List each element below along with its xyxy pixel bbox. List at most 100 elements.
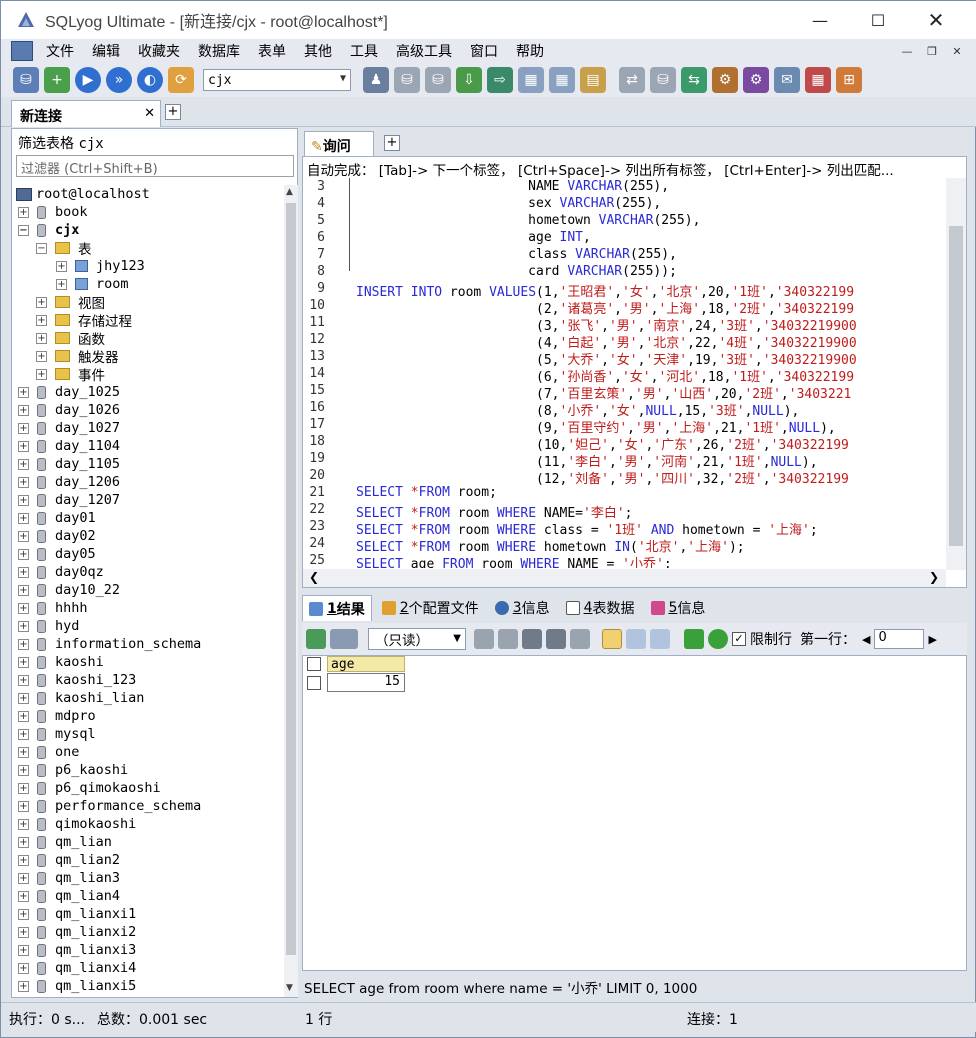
add-query-button[interactable]: +	[384, 135, 400, 151]
tab-connection[interactable]: 新连接 ✕	[11, 100, 161, 127]
tree-db-item[interactable]: + one	[18, 743, 79, 761]
tab-messages[interactable]: 3 信息	[489, 595, 556, 621]
duplicate-row-icon[interactable]	[498, 629, 518, 649]
backup-icon[interactable]: ⛁	[425, 67, 451, 93]
tab-result[interactable]: 1 结果	[302, 595, 372, 621]
expand-icon[interactable]: +	[18, 872, 29, 884]
tree-db-item[interactable]: + day01	[18, 509, 96, 527]
new-connection-icon[interactable]: ⛁	[13, 67, 39, 93]
expand-icon[interactable]: +	[56, 278, 67, 290]
create-db-icon[interactable]: ⛁	[394, 67, 420, 93]
filter-input[interactable]: 过滤器 (Ctrl+Shift+B)	[16, 155, 294, 177]
expand-icon[interactable]: +	[18, 530, 29, 542]
tree-db-item[interactable]: + kaoshi_lian	[18, 689, 144, 707]
close-button[interactable]: ✕	[907, 1, 965, 39]
notifications-icon[interactable]: ✉	[774, 67, 800, 93]
tree-db-item[interactable]: + qimokaoshi	[18, 815, 136, 833]
menu-advanced-tools[interactable]: 高级工具	[387, 41, 461, 61]
sync-icon[interactable]: ⇄	[619, 67, 645, 93]
save-icon[interactable]	[522, 629, 542, 649]
expand-icon[interactable]: +	[18, 962, 29, 974]
tree-db-item[interactable]: + qm_lian2	[18, 851, 120, 869]
tab-profile[interactable]: 2 个配置文件	[376, 595, 485, 621]
tree-table-room[interactable]: + room	[56, 275, 129, 293]
tree-db-item[interactable]: + qm_lian4	[18, 887, 120, 905]
tab-info[interactable]: 5 信息	[645, 595, 712, 621]
expand-icon[interactable]: +	[18, 206, 29, 218]
tree-db-item[interactable]: + qm_lianxi3	[18, 941, 136, 959]
tree-scrollbar[interactable]: ▲ ▼	[284, 185, 298, 997]
menu-window[interactable]: 窗口	[461, 41, 507, 61]
grid-view-icon[interactable]	[602, 629, 622, 649]
expand-icon[interactable]: +	[18, 548, 29, 560]
expand-icon[interactable]: +	[18, 836, 29, 848]
expand-icon[interactable]: +	[18, 476, 29, 488]
tree-db-item[interactable]: + day_1207	[18, 491, 120, 509]
scroll-thumb[interactable]	[949, 226, 963, 546]
add-connection-button[interactable]: +	[165, 104, 181, 120]
expand-icon[interactable]: +	[18, 926, 29, 938]
scroll-left-icon[interactable]: ❮	[309, 570, 319, 584]
scroll-up-icon[interactable]: ▲	[286, 187, 293, 197]
expand-icon[interactable]: +	[18, 494, 29, 506]
expand-icon[interactable]: +	[18, 764, 29, 776]
expand-icon[interactable]: +	[18, 944, 29, 956]
tree-folder-functions[interactable]: + 函数	[36, 329, 105, 348]
export-icon[interactable]: ⇨	[487, 67, 513, 93]
expand-icon[interactable]: +	[36, 296, 47, 308]
mdi-restore-button[interactable]: ❐	[921, 42, 943, 60]
user-manager-icon[interactable]: ♟	[363, 67, 389, 93]
tree-server[interactable]: root@localhost	[16, 185, 150, 203]
maximize-button[interactable]: ☐	[849, 1, 907, 39]
select-all-checkbox[interactable]	[307, 657, 321, 671]
tree-db-item[interactable]: + day10_22	[18, 581, 120, 599]
column-header[interactable]: age	[327, 656, 405, 672]
close-icon[interactable]: ✕	[144, 106, 155, 121]
tree-folder-views[interactable]: + 视图	[36, 293, 105, 312]
expand-icon[interactable]: +	[18, 674, 29, 686]
add-row-icon[interactable]	[306, 629, 326, 649]
form-view-icon[interactable]	[626, 629, 646, 649]
tree-table-jhy123[interactable]: + jhy123	[56, 257, 145, 275]
tab-query[interactable]: ✎询问	[304, 131, 374, 156]
tree-db-item[interactable]: + qm_lianxi4	[18, 959, 136, 977]
editor-vscrollbar[interactable]	[946, 178, 966, 570]
tree-db-item[interactable]: + mysql	[18, 725, 96, 743]
result-grid[interactable]: age 15	[302, 655, 967, 971]
menu-tools[interactable]: 工具	[341, 41, 387, 61]
menu-file[interactable]: 文件	[37, 41, 83, 61]
calendar-icon[interactable]: ▦	[805, 67, 831, 93]
table-cell[interactable]: 15	[327, 673, 405, 692]
expand-icon[interactable]: +	[18, 746, 29, 758]
expand-icon[interactable]: +	[18, 620, 29, 632]
scroll-right-icon[interactable]: ❯	[929, 570, 939, 584]
structure-icon[interactable]: ⊞	[836, 67, 862, 93]
tree-db-item[interactable]: + qm_lian3	[18, 869, 120, 887]
row-checkbox[interactable]	[307, 676, 321, 690]
expand-icon[interactable]: +	[18, 404, 29, 416]
readonly-select[interactable]: （只读） ▼	[368, 628, 466, 650]
tree-db-item[interactable]: + day0qz	[18, 563, 104, 581]
tree-db-item[interactable]: + kaoshi	[18, 653, 104, 671]
db-tools-icon[interactable]: ⛁	[650, 67, 676, 93]
execute-query-icon[interactable]: ▶	[75, 67, 101, 93]
tree-db-item[interactable]: + kaoshi_123	[18, 671, 136, 689]
scroll-down-icon[interactable]: ▼	[286, 983, 293, 993]
expand-icon[interactable]: +	[18, 818, 29, 830]
execute-all-icon[interactable]: »	[106, 67, 132, 93]
tree-db-item[interactable]: + day05	[18, 545, 96, 563]
tree-db-item[interactable]: + p6_qimokaoshi	[18, 779, 161, 797]
tree-db-item[interactable]: + performance_schema	[18, 797, 201, 815]
collapse-icon[interactable]: −	[18, 224, 29, 236]
tree-db-item[interactable]: + day_1206	[18, 473, 120, 491]
refresh-icon[interactable]: ⟳	[168, 67, 194, 93]
prev-page-icon[interactable]: ◀	[862, 633, 870, 646]
scroll-thumb[interactable]	[286, 203, 296, 955]
menu-table[interactable]: 表单	[249, 41, 295, 61]
tree-db-item[interactable]: + day_1104	[18, 437, 120, 455]
expand-icon[interactable]: +	[18, 602, 29, 614]
tree-folder-tables[interactable]: − 表	[36, 239, 92, 258]
query-builder-icon[interactable]: ▤	[580, 67, 606, 93]
expand-icon[interactable]: +	[18, 908, 29, 920]
collapse-icon[interactable]: −	[36, 242, 47, 254]
